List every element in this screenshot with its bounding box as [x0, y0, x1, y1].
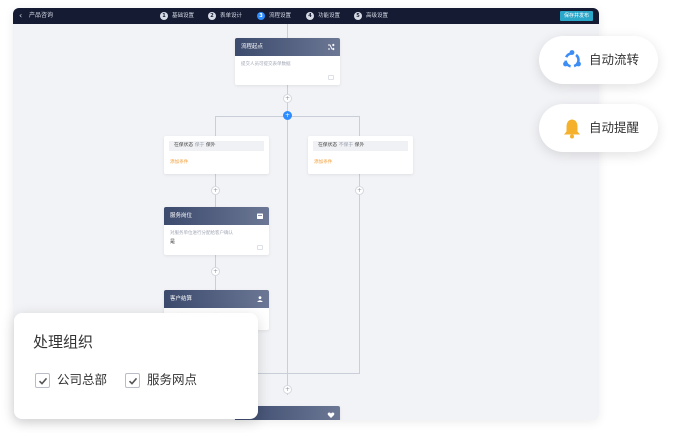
node-header: 服务岗位 [164, 207, 269, 225]
top-bar: ‹ 产品咨询 1 基础设置 2 表单设计 3 流程设置 4 功能设置 5 高级设… [13, 8, 599, 24]
node-header: 流程起点 [235, 38, 340, 56]
add-condition-link[interactable]: 添加条件 [313, 159, 408, 165]
add-condition-link[interactable]: 添加条件 [169, 159, 264, 165]
connector-line [287, 24, 288, 38]
check-icon [128, 377, 138, 385]
add-node-button[interactable]: + [211, 267, 220, 276]
step-basic-settings[interactable]: 1 基础设置 [160, 11, 194, 21]
condition-row: 在保状态 保于 保外 [169, 141, 264, 151]
form-title: 产品咨询 [29, 12, 54, 19]
step-label: 流程设置 [269, 13, 292, 19]
publish-button[interactable]: 保存并发布 [559, 11, 593, 21]
condition-card[interactable]: 在保状态 保于 保外 添加条件 [164, 136, 269, 174]
node-title: 流程起点 [241, 44, 264, 50]
shuffle-icon [327, 43, 335, 51]
panel-title: 处理组织 [33, 333, 94, 351]
processing-org-panel: 处理组织 公司总部 服务网点 [14, 313, 258, 419]
node-description: 对服务单位进行分配给客户确认 [170, 231, 233, 236]
checkbox[interactable] [35, 372, 50, 388]
step-flow-settings[interactable]: 3 流程设置 [257, 11, 291, 21]
auto-flow-icon [561, 49, 583, 71]
auto-flow-badge: 自动流转 [539, 36, 658, 84]
node-title: 服务岗位 [170, 213, 193, 219]
condition-value: 保外 [354, 143, 365, 148]
calendar-icon [256, 212, 264, 220]
node-header: 客户结算 [164, 290, 269, 308]
heart-icon [327, 411, 335, 419]
option-headquarters[interactable]: 公司总部 [35, 372, 107, 388]
check-icon [38, 377, 48, 385]
node-value: 是 [170, 239, 176, 245]
option-label: 服务网点 [147, 372, 198, 387]
chevron-left-icon[interactable]: ‹ [19, 11, 22, 21]
add-node-button[interactable]: + [283, 385, 292, 394]
step-number: 1 [160, 12, 168, 20]
condition-card[interactable]: 在保状态 不保于 保外 添加条件 [308, 136, 413, 174]
step-label: 功能设置 [318, 13, 341, 19]
node-description: 提交人员可提交表单数据 [241, 62, 291, 67]
step-function-settings[interactable]: 4 功能设置 [306, 11, 340, 21]
bell-icon [561, 117, 583, 139]
start-node[interactable]: 流程起点 提交人员可提交表单数据 [235, 38, 340, 85]
condition-operator: 不保于 [338, 143, 354, 148]
service-node[interactable]: 服务岗位 对服务单位进行分配给客户确认 是 [164, 207, 269, 255]
step-number: 4 [306, 12, 314, 20]
option-label: 公司总部 [57, 372, 108, 387]
step-number: 3 [257, 12, 265, 20]
node-body: 对服务单位进行分配给客户确认 是 [164, 225, 269, 251]
add-node-button[interactable]: + [211, 186, 220, 195]
checkbox[interactable] [125, 372, 140, 388]
step-label: 表单设计 [220, 13, 243, 19]
auto-flow-label: 自动流转 [589, 52, 640, 67]
condition-field: 在保状态 [174, 143, 194, 148]
auto-remind-label: 自动提醒 [589, 120, 640, 135]
step-advanced-settings[interactable]: 5 高级设置 [354, 11, 388, 21]
step-number: 2 [208, 12, 216, 20]
step-label: 基础设置 [172, 13, 195, 19]
condition-operator: 保于 [194, 143, 205, 148]
node-title: 客户结算 [170, 296, 193, 302]
step-number: 5 [354, 12, 362, 20]
condition-field: 在保状态 [318, 143, 338, 148]
node-corner-icon [257, 245, 263, 250]
add-node-button[interactable]: + [283, 94, 292, 103]
users-icon [256, 295, 264, 303]
condition-value: 保外 [205, 143, 216, 148]
option-service-outlet[interactable]: 服务网点 [125, 372, 197, 388]
add-node-button[interactable]: + [355, 186, 364, 195]
add-branch-button[interactable]: + [283, 111, 292, 120]
step-label: 高级设置 [366, 13, 389, 19]
auto-remind-badge: 自动提醒 [539, 104, 658, 152]
connector-line [287, 85, 288, 395]
condition-row: 在保状态 不保于 保外 [313, 141, 408, 151]
node-body: 提交人员可提交表单数据 [235, 56, 340, 73]
step-form-design[interactable]: 2 表单设计 [208, 11, 242, 21]
node-corner-icon [328, 75, 334, 80]
